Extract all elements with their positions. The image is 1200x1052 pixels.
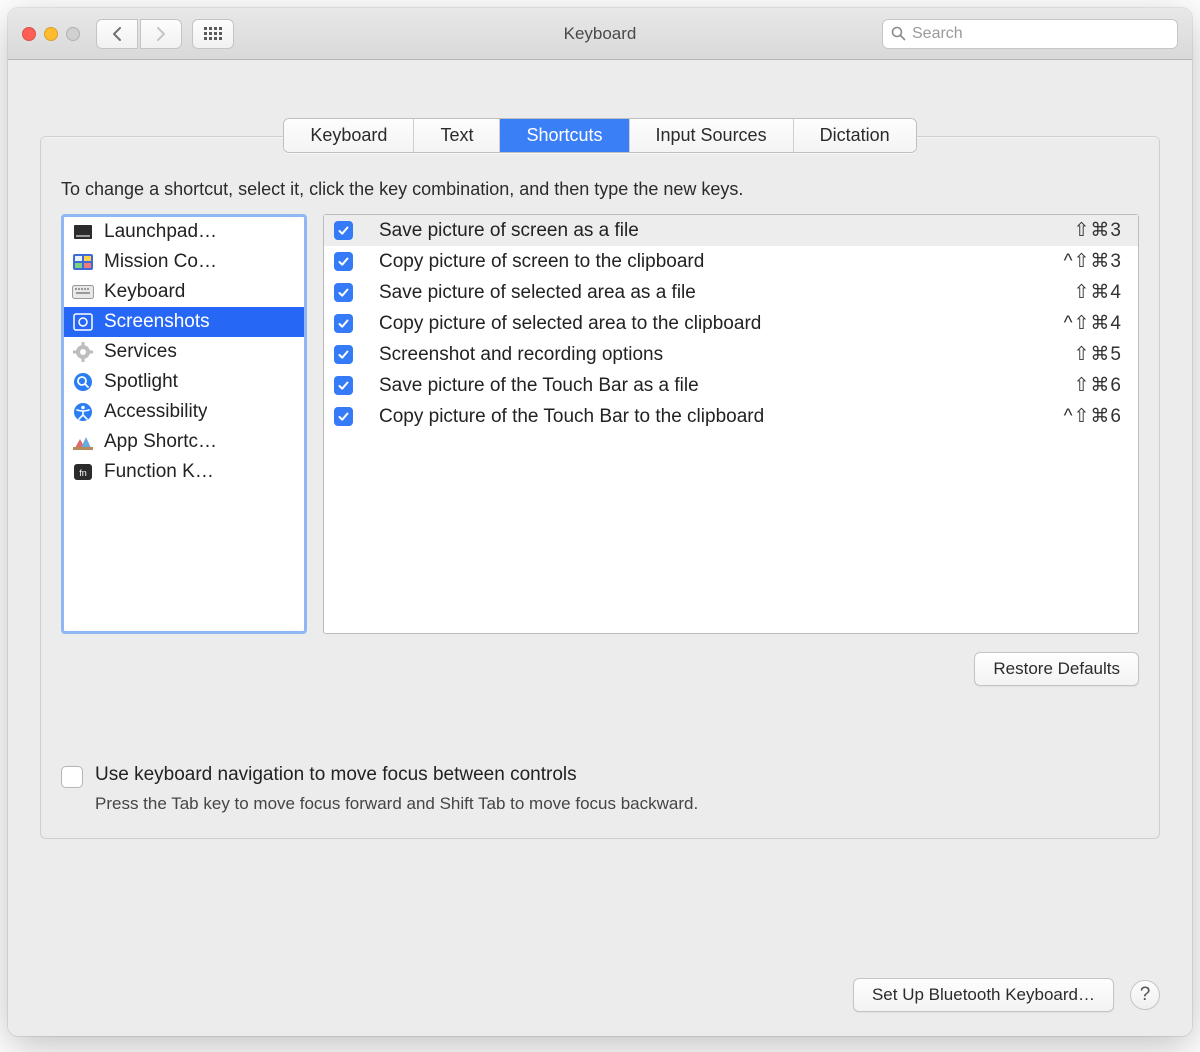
shortcut-row[interactable]: Copy picture of screen to the clipboard^…: [324, 246, 1138, 277]
shortcut-row[interactable]: Save picture of selected area as a file⇧…: [324, 277, 1138, 308]
shortcut-checkbox[interactable]: [334, 314, 353, 333]
titlebar: Keyboard: [8, 8, 1192, 60]
back-button[interactable]: [96, 19, 138, 49]
tabs: KeyboardTextShortcutsInput SourcesDictat…: [8, 118, 1192, 153]
shortcut-row[interactable]: Copy picture of the Touch Bar to the cli…: [324, 401, 1138, 432]
zoom-window-button[interactable]: [66, 27, 80, 41]
sidebar-item-mission[interactable]: Mission Co…: [64, 247, 304, 277]
shortcut-name: Save picture of screen as a file: [379, 220, 1074, 242]
sidebar-item-screenshot[interactable]: Screenshots: [64, 307, 304, 337]
sidebar-item-gear[interactable]: Services: [64, 337, 304, 367]
shortcut-keys[interactable]: ^⇧⌘3: [1064, 250, 1122, 273]
shortcut-checkbox[interactable]: [334, 345, 353, 364]
window-controls: [22, 27, 80, 41]
shortcut-row[interactable]: Copy picture of selected area to the cli…: [324, 308, 1138, 339]
instruction-text: To change a shortcut, select it, click t…: [61, 179, 1139, 200]
help-button[interactable]: ?: [1130, 980, 1160, 1010]
forward-button[interactable]: [140, 19, 182, 49]
sidebar-item-launchpad[interactable]: Launchpad…: [64, 217, 304, 247]
show-all-button[interactable]: [192, 19, 234, 49]
tab-text[interactable]: Text: [414, 119, 500, 152]
accessibility-icon: [72, 402, 94, 422]
search-icon: [891, 26, 906, 41]
sidebar-item-label: Spotlight: [104, 371, 178, 393]
sidebar-item-spotlight[interactable]: Spotlight: [64, 367, 304, 397]
shortcut-name: Copy picture of screen to the clipboard: [379, 251, 1064, 273]
sidebar-item-label: App Shortc…: [104, 431, 217, 453]
shortcut-keys[interactable]: ^⇧⌘6: [1064, 405, 1122, 428]
mission-icon: [72, 252, 94, 272]
shortcut-name: Save picture of selected area as a file: [379, 282, 1074, 304]
grid-icon: [204, 27, 222, 40]
sidebar-item-label: Accessibility: [104, 401, 207, 423]
shortcuts-panel: To change a shortcut, select it, click t…: [40, 136, 1160, 839]
restore-defaults-button[interactable]: Restore Defaults: [974, 652, 1139, 686]
category-sidebar[interactable]: Launchpad… Mission Co… Keyboard Screenshots…: [61, 214, 307, 634]
shortcut-name: Copy picture of the Touch Bar to the cli…: [379, 406, 1064, 428]
tab-input-sources[interactable]: Input Sources: [630, 119, 794, 152]
help-icon: ?: [1140, 984, 1151, 1006]
appshort-icon: [72, 432, 94, 452]
window-body: KeyboardTextShortcutsInput SourcesDictat…: [8, 60, 1192, 1036]
keyboard-nav-option: Use keyboard navigation to move focus be…: [61, 764, 1139, 814]
screenshot-icon: [72, 312, 94, 332]
fn-icon: fn: [72, 462, 94, 482]
shortcut-checkbox[interactable]: [334, 283, 353, 302]
sidebar-item-appshort[interactable]: App Shortc…: [64, 427, 304, 457]
spotlight-icon: [72, 372, 94, 392]
minimize-window-button[interactable]: [44, 27, 58, 41]
keyboard-nav-label: Use keyboard navigation to move focus be…: [95, 764, 698, 786]
shortcut-keys[interactable]: ⇧⌘3: [1074, 219, 1123, 242]
shortcut-name: Screenshot and recording options: [379, 344, 1074, 366]
tab-shortcuts[interactable]: Shortcuts: [500, 119, 629, 152]
search-input[interactable]: [912, 25, 1169, 43]
shortcut-name: Copy picture of selected area to the cli…: [379, 313, 1064, 335]
sidebar-item-keyboard[interactable]: Keyboard: [64, 277, 304, 307]
shortcut-list[interactable]: Save picture of screen as a file⇧⌘3Copy …: [323, 214, 1139, 634]
sidebar-item-accessibility[interactable]: Accessibility: [64, 397, 304, 427]
preferences-window: Keyboard KeyboardTextShortcutsInput Sour…: [8, 8, 1192, 1036]
search-field[interactable]: [882, 19, 1178, 49]
shortcut-keys[interactable]: ^⇧⌘4: [1064, 312, 1122, 335]
shortcut-row[interactable]: Save picture of screen as a file⇧⌘3: [324, 215, 1138, 246]
keyboard-icon: [72, 282, 94, 302]
shortcut-checkbox[interactable]: [334, 407, 353, 426]
shortcut-keys[interactable]: ⇧⌘6: [1074, 374, 1123, 397]
launchpad-icon: [72, 222, 94, 242]
tab-keyboard[interactable]: Keyboard: [284, 119, 414, 152]
bluetooth-keyboard-button[interactable]: Set Up Bluetooth Keyboard…: [853, 978, 1114, 1012]
sidebar-item-label: Mission Co…: [104, 251, 217, 273]
shortcut-checkbox[interactable]: [334, 221, 353, 240]
tab-dictation[interactable]: Dictation: [794, 119, 916, 152]
keyboard-nav-checkbox[interactable]: [61, 766, 83, 788]
shortcut-name: Save picture of the Touch Bar as a file: [379, 375, 1074, 397]
shortcut-keys[interactable]: ⇧⌘5: [1074, 343, 1123, 366]
bottom-bar: Set Up Bluetooth Keyboard… ?: [8, 966, 1192, 1036]
keyboard-nav-hint: Press the Tab key to move focus forward …: [95, 794, 698, 814]
shortcut-keys[interactable]: ⇧⌘4: [1074, 281, 1123, 304]
sidebar-item-label: Function K…: [104, 461, 214, 483]
sidebar-item-label: Services: [104, 341, 177, 363]
sidebar-item-fn[interactable]: fn Function K…: [64, 457, 304, 487]
nav-buttons: [96, 19, 182, 49]
split-view: Launchpad… Mission Co… Keyboard Screenshots…: [61, 214, 1139, 634]
sidebar-item-label: Launchpad…: [104, 221, 217, 243]
shortcut-checkbox[interactable]: [334, 376, 353, 395]
sidebar-item-label: Keyboard: [104, 281, 185, 303]
close-window-button[interactable]: [22, 27, 36, 41]
shortcut-checkbox[interactable]: [334, 252, 353, 271]
shortcut-row[interactable]: Screenshot and recording options⇧⌘5: [324, 339, 1138, 370]
sidebar-item-label: Screenshots: [104, 311, 210, 333]
gear-icon: [72, 342, 94, 362]
svg-text:fn: fn: [79, 468, 87, 478]
shortcut-row[interactable]: Save picture of the Touch Bar as a file⇧…: [324, 370, 1138, 401]
